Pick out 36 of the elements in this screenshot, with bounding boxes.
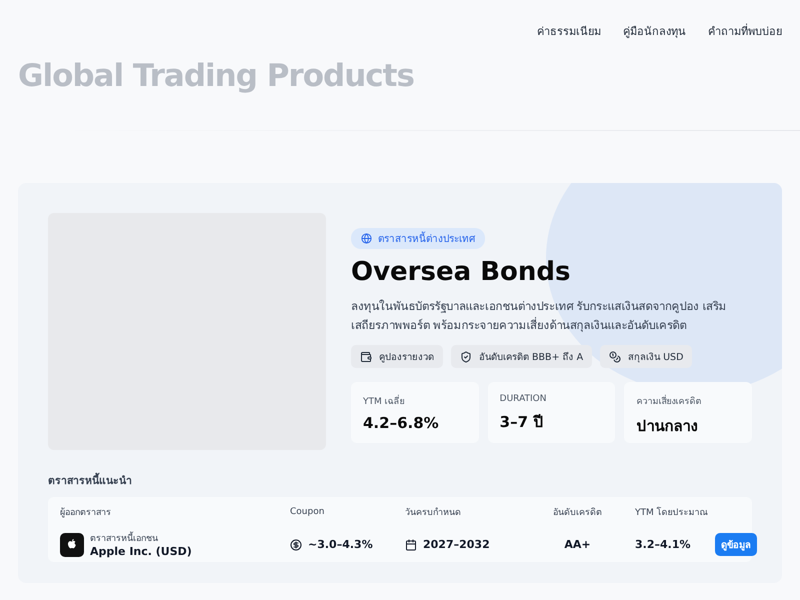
- column-header: Coupon: [290, 506, 326, 519]
- nav-link[interactable]: คู่มือนักลงทุน: [623, 22, 686, 40]
- details-button[interactable]: ดูข้อมูล: [715, 533, 757, 556]
- column-header: อันดับเครดิต: [552, 506, 603, 520]
- chip-label: อันดับเครดิต BBB+ ถึง A: [479, 351, 584, 364]
- column-header: YTM โดยประมาณ: [635, 506, 709, 520]
- column-header: ผู้ออกตราสาร: [60, 506, 112, 520]
- stat-value: 3–7 ปี: [500, 412, 544, 433]
- column-header: วันครบกำหนด: [405, 506, 462, 520]
- stat-value: ปานกลาง: [636, 416, 698, 437]
- coins-icon: [609, 350, 622, 362]
- bond-type: ตราสารหนี้เอกชน: [90, 531, 192, 545]
- dollar-icon: [290, 538, 302, 550]
- page-title: Global Trading Products: [18, 58, 415, 94]
- stat-label: ความเสี่ยงเครดิต: [636, 394, 740, 408]
- issuer-name: Apple Inc. (USD): [90, 545, 192, 558]
- wallet-icon: [360, 350, 372, 362]
- calendar-icon: [405, 538, 417, 550]
- nav-link[interactable]: ค่าธรรมเนียม: [537, 22, 601, 40]
- rating-value: AA+: [564, 538, 591, 551]
- shield-icon: [460, 350, 472, 362]
- coupon-value: ~3.0–4.3%: [308, 538, 373, 551]
- stat-label: YTM เฉลี่ย: [363, 394, 467, 408]
- nav-link[interactable]: คำถามที่พบบ่อย: [708, 22, 782, 40]
- globe-icon: [361, 233, 372, 244]
- chip-label: คูปองรายงวด: [379, 351, 434, 364]
- badge-label: ตราสารหนี้ต่างประเทศ: [378, 231, 475, 246]
- chip-label: สกุลเงิน USD: [628, 351, 684, 364]
- logo-icon: [60, 532, 84, 556]
- stat-value: 4.2–6.8%: [363, 414, 440, 432]
- product-description: ลงทุนในพันธบัตรรัฐบาลและเอกชนต่างประเทศ รับกระแสเงินสดจากคูปอง เสริมเสถียรภาพพอร์ต พร้อมกระจายความเสี่ยงด้านสกุลเงินและอันดับเครดิต: [351, 298, 728, 334]
- stat-label: DURATION: [500, 394, 548, 404]
- section-heading: ตราสารหนี้แนะนำ: [48, 472, 752, 489]
- product-title: Oversea Bonds: [351, 257, 572, 287]
- ytm-value: 3.2–4.1%: [635, 538, 690, 551]
- maturity-value: 2027–2032: [423, 538, 490, 551]
